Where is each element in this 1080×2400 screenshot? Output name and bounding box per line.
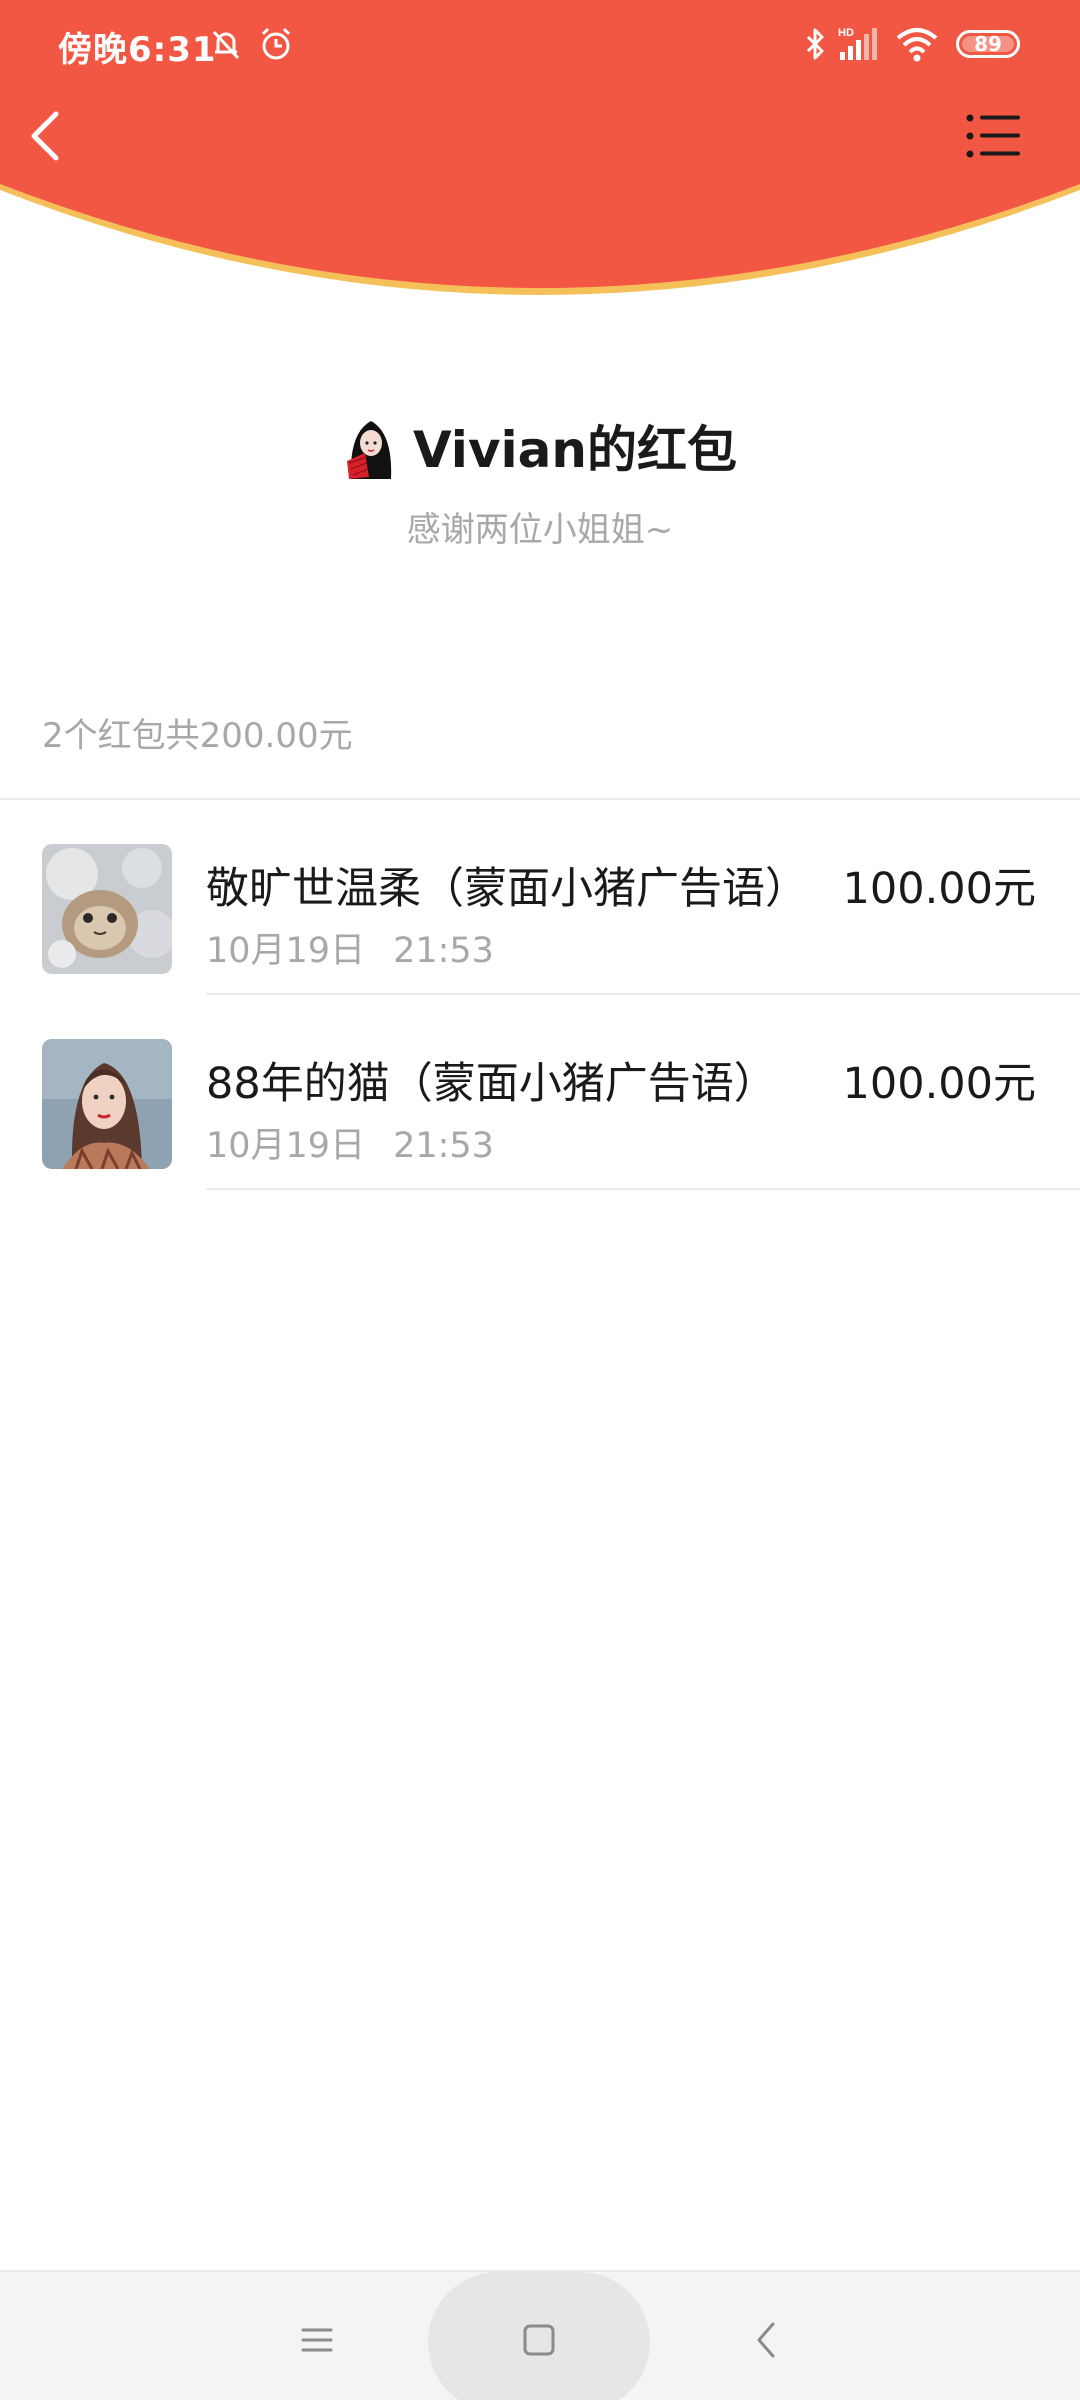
list-item[interactable]: 敬旷世温柔（蒙面小猪广告语） 10月19日 21:53 100.00元 <box>0 800 1080 995</box>
list-menu-icon[interactable] <box>964 108 1022 164</box>
receive-clock: 21:53 <box>393 931 494 971</box>
alarm-icon <box>261 27 291 60</box>
status-time: 傍晚6:31 <box>58 30 217 70</box>
red-envelope-detail-screen: 傍晚6:31 HD 89 Vivian的红包 感谢两位小姐姐~ 2个红包共200… <box>0 0 1080 2400</box>
receiver-name: 敬旷世温柔（蒙面小猪广告语） <box>206 864 808 914</box>
receive-time: 10月19日 21:53 <box>206 922 494 973</box>
envelope-title: Vivian的红包 <box>412 421 738 479</box>
bluetooth-icon <box>806 28 824 60</box>
status-bar: 傍晚6:31 HD 89 <box>0 0 1080 90</box>
receivers-list: 敬旷世温柔（蒙面小猪广告语） 10月19日 21:53 100.00元 88年的猫… <box>0 800 1080 1190</box>
battery-percentage: 89 <box>974 32 1002 56</box>
envelope-message: 感谢两位小姐姐~ <box>406 510 674 550</box>
receive-amount: 100.00元 <box>842 864 1036 914</box>
receiver-avatar[interactable] <box>42 844 172 974</box>
recents-menu-icon[interactable] <box>287 2310 347 2370</box>
divider <box>206 1188 1080 1190</box>
system-navigation-bar <box>0 2270 1080 2400</box>
receive-date: 10月19日 <box>206 1126 366 1166</box>
back-triangle-icon[interactable] <box>737 2310 797 2370</box>
back-chevron-icon[interactable] <box>18 106 78 166</box>
battery-icon: 89 <box>956 30 1020 58</box>
mute-bell-icon <box>212 30 240 60</box>
receive-time: 10月19日 21:53 <box>206 1117 494 1168</box>
hd-signal-icon: HD <box>838 27 877 60</box>
receiver-avatar[interactable] <box>42 1039 172 1169</box>
envelope-title-row: Vivian的红包 <box>0 408 1080 484</box>
receive-date: 10月19日 <box>206 931 366 971</box>
receiver-name: 88年的猫（蒙面小猪广告语） <box>206 1059 777 1109</box>
receive-amount: 100.00元 <box>842 1059 1036 1109</box>
sender-avatar[interactable] <box>342 413 399 479</box>
envelope-summary: 2个红包共200.00元 <box>42 716 353 756</box>
home-square-icon[interactable] <box>509 2310 569 2370</box>
list-item[interactable]: 88年的猫（蒙面小猪广告语） 10月19日 21:53 100.00元 <box>0 995 1080 1190</box>
svg-text:HD: HD <box>838 27 854 39</box>
receive-clock: 21:53 <box>393 1126 494 1166</box>
wifi-icon <box>896 28 938 62</box>
